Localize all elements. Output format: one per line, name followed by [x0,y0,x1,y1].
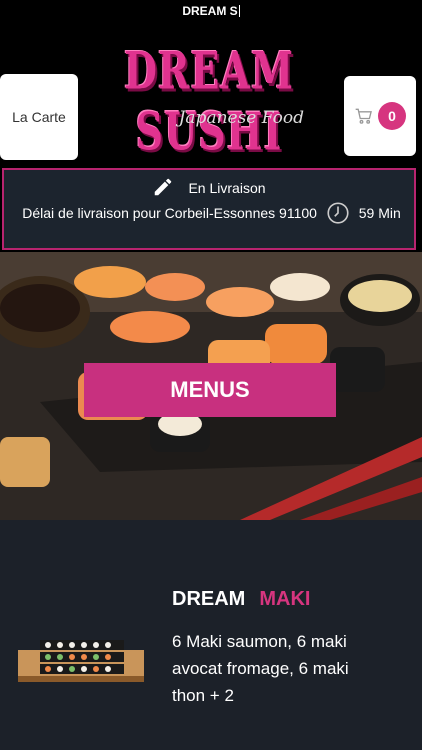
cart-icon [355,108,372,124]
product-title-main: DREAM [172,588,246,610]
delivery-info-panel[interactable]: En Livraison Délai de livraison pour Cor… [2,168,416,250]
text-caret [238,5,240,17]
cart-count-badge: 0 [378,102,406,130]
la-carte-button[interactable]: La Carte [0,74,78,160]
site-header: La Carte DREAM SUSHI Japanese Food 0 [0,26,422,166]
delivery-mode: En Livraison [4,176,414,198]
delivery-delay: Délai de livraison pour Corbeil-Essonnes… [14,200,409,226]
top-bar-title: DREAM S [0,4,422,18]
product-description: 6 Maki saumon, 6 maki avocat fromage, 6 … [172,632,349,705]
product-section: DREAM MAKI 6 Maki saumon, 6 maki avocat f… [0,520,422,750]
maki-rows [40,640,124,674]
top-bar: DREAM S [0,0,422,26]
product-title-accent: MAKI [259,588,311,610]
delivery-delay-unit: Min [378,205,401,221]
pencil-icon[interactable] [152,176,174,198]
dream-sushi-logo[interactable]: DREAM SUSHI Japanese Food [104,40,314,162]
product-image[interactable] [16,628,146,688]
logo-name: DREAM SUSHI [123,40,295,162]
menus-button[interactable]: MENUS [84,363,336,417]
cart-button[interactable]: 0 [344,76,416,156]
product-title[interactable]: DREAM MAKI [172,588,310,611]
clock-icon [327,202,349,224]
delivery-delay-text: Délai de livraison pour Corbeil-Essonnes… [22,205,317,221]
delivery-mode-label: En Livraison [188,180,266,196]
top-bar-text: DREAM S [182,4,238,18]
logo-tagline: Japanese Food [178,108,304,128]
delivery-delay-value: 59 [358,205,375,221]
